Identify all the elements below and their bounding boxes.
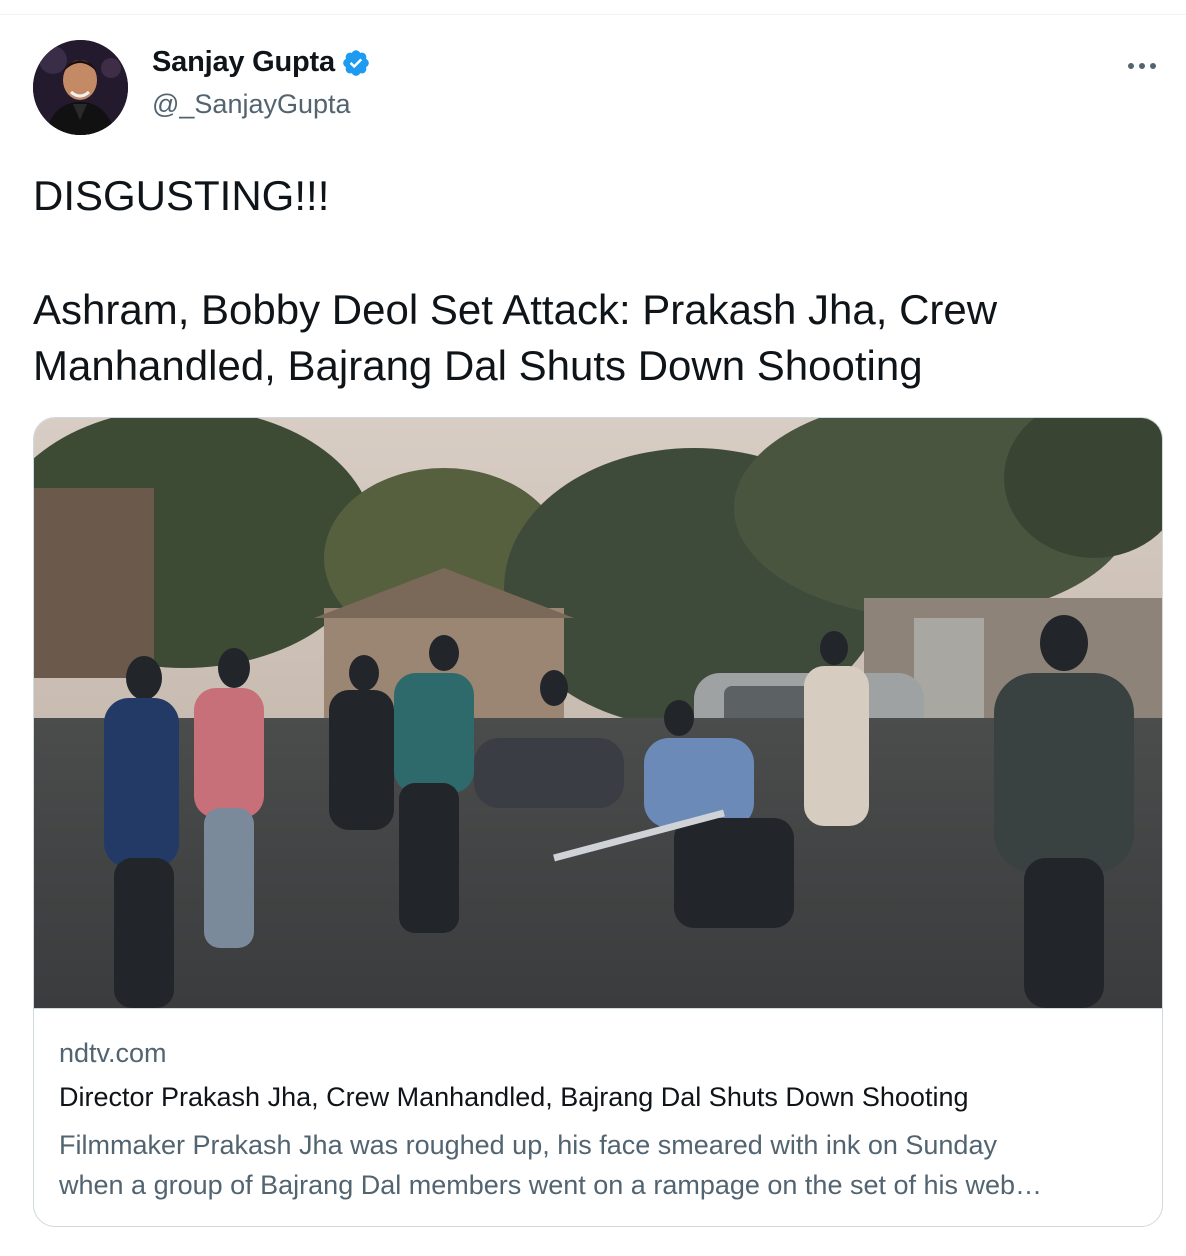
more-horizontal-icon xyxy=(1128,63,1134,69)
card-divider xyxy=(34,1008,1162,1009)
card-description-line2: when a group of Bajrang Dal members went… xyxy=(59,1170,1043,1200)
author-name-row[interactable]: Sanjay Gupta xyxy=(152,46,371,79)
author-handle[interactable]: @_SanjayGupta xyxy=(152,89,351,120)
card-description-line1: Filmmaker Prakash Jha was roughed up, hi… xyxy=(59,1130,997,1160)
tweet-text-line1: DISGUSTING!!! xyxy=(33,172,330,219)
verified-badge-icon xyxy=(341,48,371,78)
avatar[interactable] xyxy=(33,40,128,135)
author-display-name[interactable]: Sanjay Gupta xyxy=(152,46,335,79)
top-divider xyxy=(0,14,1186,15)
link-preview-card[interactable]: ndtv.com Director Prakash Jha, Crew Manh… xyxy=(33,417,1163,1227)
card-image[interactable] xyxy=(34,418,1162,1008)
card-domain: ndtv.com xyxy=(59,1038,167,1068)
card-title[interactable]: Director Prakash Jha, Crew Manhandled, B… xyxy=(59,1082,968,1113)
more-options-button[interactable] xyxy=(1122,52,1162,80)
tweet-text-line2: Ashram, Bobby Deol Set Attack: Prakash J… xyxy=(33,286,998,389)
card-description: Filmmaker Prakash Jha was roughed up, hi… xyxy=(59,1125,1139,1205)
